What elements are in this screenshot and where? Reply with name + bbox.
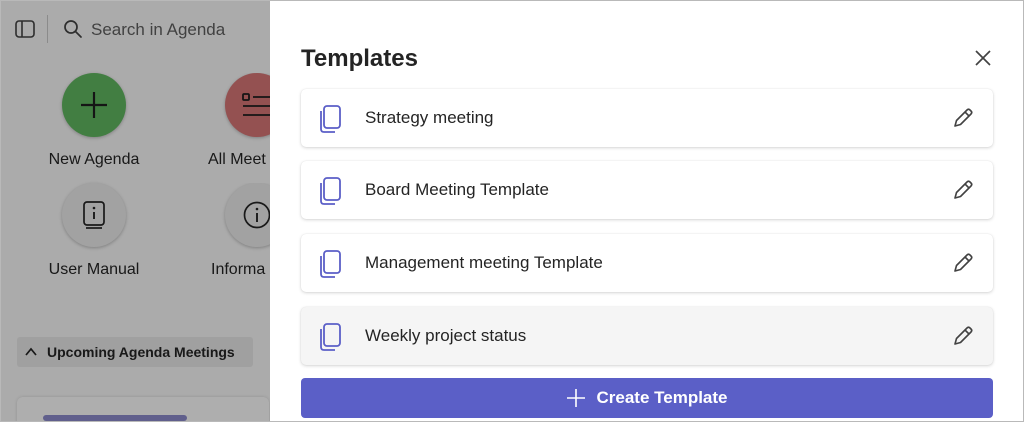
pencil-icon[interactable]	[951, 106, 975, 130]
template-item[interactable]: Management meeting Template	[301, 234, 993, 292]
plus-icon	[567, 389, 586, 407]
pencil-icon[interactable]	[951, 178, 975, 202]
copy-document-icon	[320, 323, 341, 351]
copy-document-icon	[320, 177, 341, 205]
copy-document-icon	[320, 105, 341, 133]
close-button[interactable]	[970, 45, 996, 71]
pencil-icon[interactable]	[951, 251, 975, 275]
create-template-button[interactable]: Create Template	[301, 378, 993, 418]
create-template-label: Create Template	[596, 388, 728, 407]
template-name: Weekly project status	[365, 326, 527, 345]
templates-panel: Templates Strategy meeting Board Meeting…	[270, 1, 1023, 421]
template-item[interactable]: Weekly project status	[301, 307, 993, 365]
template-name: Strategy meeting	[365, 108, 494, 127]
panel-title: Templates	[301, 45, 418, 72]
pencil-icon[interactable]	[951, 324, 975, 348]
app-window: Search in Agenda New Agenda All Meet Use…	[0, 0, 1024, 422]
template-name: Management meeting Template	[365, 253, 603, 272]
close-icon	[975, 50, 991, 66]
template-name: Board Meeting Template	[365, 180, 549, 199]
modal-backdrop[interactable]	[1, 1, 271, 421]
template-item[interactable]: Strategy meeting	[301, 89, 993, 147]
template-item[interactable]: Board Meeting Template	[301, 161, 993, 219]
copy-document-icon	[320, 250, 341, 278]
